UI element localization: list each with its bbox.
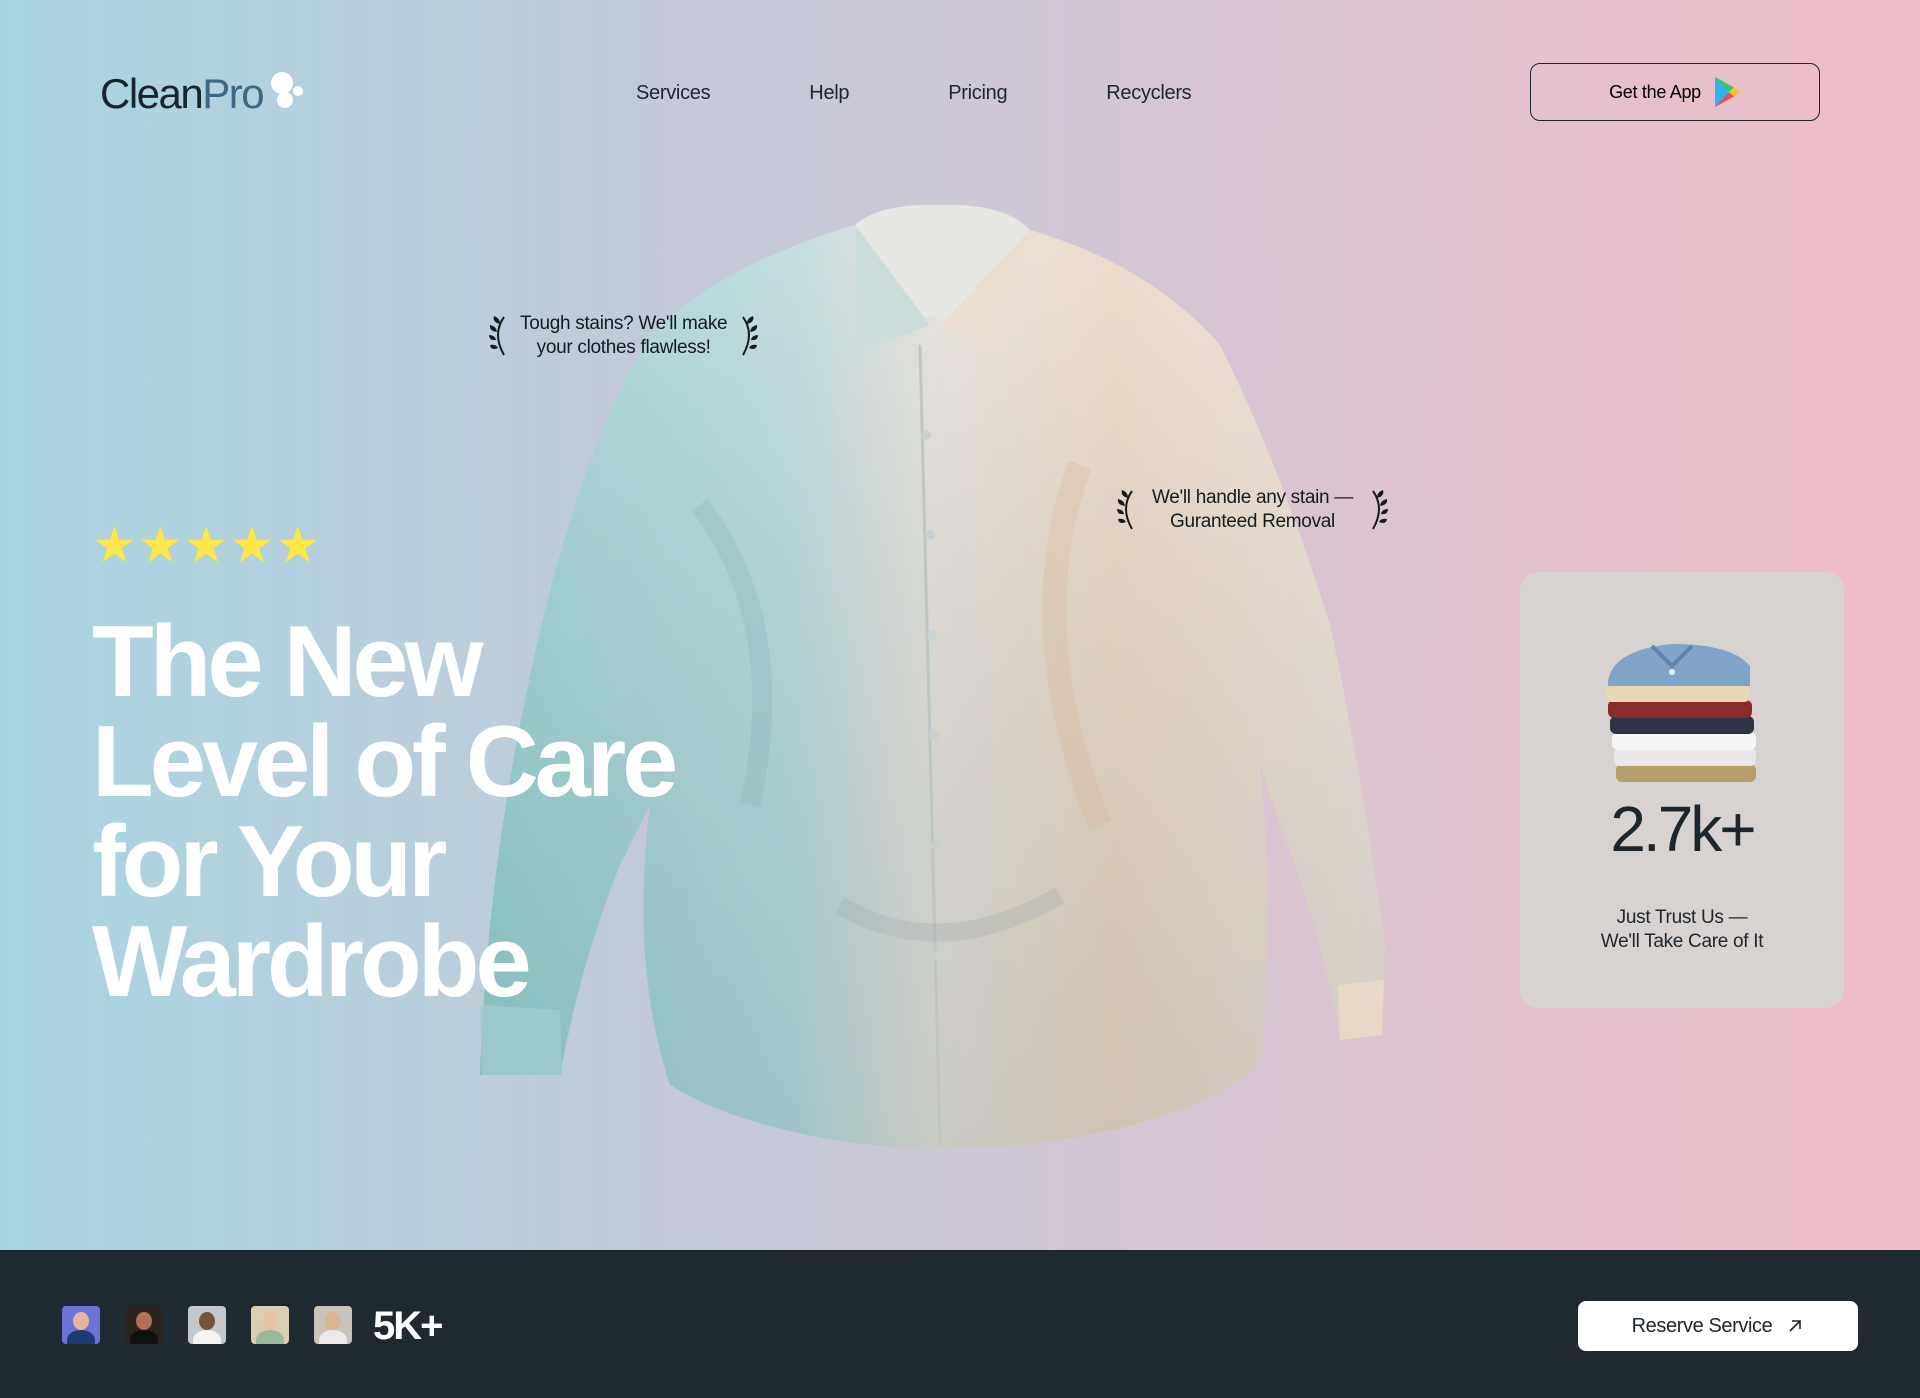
avatar bbox=[62, 1306, 100, 1344]
folded-clothes-image bbox=[1606, 644, 1756, 782]
callout-guarantee: We'll handle any stain — Guranteed Remov… bbox=[1116, 486, 1389, 534]
callout-guarantee-text: We'll handle any stain — Guranteed Remov… bbox=[1152, 487, 1353, 532]
star-icon: ★ bbox=[183, 517, 229, 573]
callout-stains: Tough stains? We'll make your clothes fl… bbox=[488, 312, 759, 360]
footer-bar: 5K+ Reserve Service bbox=[0, 1250, 1920, 1398]
arrow-up-right-icon bbox=[1789, 1320, 1802, 1332]
customer-count: 5K+ bbox=[373, 1304, 443, 1348]
avatar bbox=[251, 1306, 289, 1344]
logo[interactable]: CleanPro bbox=[100, 70, 304, 118]
bubbles-icon bbox=[267, 70, 304, 112]
stats-card: 2.7k+ Just Trust Us — We'll Take Care of… bbox=[1520, 572, 1844, 1008]
stats-value: 2.7k+ bbox=[1610, 793, 1756, 865]
star-icon: ★ bbox=[275, 517, 321, 573]
callout-stains-text: Tough stains? We'll make your clothes fl… bbox=[520, 313, 728, 358]
nav-pricing[interactable]: Pricing bbox=[948, 82, 1007, 105]
stats-caption: Just Trust Us — We'll Take Care of It bbox=[1600, 907, 1764, 952]
laurel-left-icon bbox=[1117, 490, 1133, 530]
avatar bbox=[125, 1306, 163, 1344]
logo-wordmark: CleanPro bbox=[100, 70, 265, 117]
star-icon: ★ bbox=[229, 517, 275, 573]
laurel-right-icon bbox=[1372, 490, 1388, 530]
nav-recyclers[interactable]: Recyclers bbox=[1106, 82, 1191, 105]
laurel-right-icon bbox=[742, 316, 759, 356]
main-nav: Services Help Pricing Recyclers bbox=[636, 82, 1192, 105]
avatar bbox=[188, 1306, 226, 1344]
avatar bbox=[314, 1306, 352, 1344]
rating-stars: ★ ★ ★ ★ ★ bbox=[92, 517, 321, 573]
star-icon: ★ bbox=[137, 517, 183, 573]
nav-help[interactable]: Help bbox=[809, 82, 849, 105]
star-icon: ★ bbox=[92, 517, 137, 573]
hero-headline: The New Level of Care for Your Wardrobe bbox=[92, 606, 678, 1018]
reserve-service-button[interactable]: Reserve Service bbox=[1578, 1301, 1858, 1351]
reserve-service-label: Reserve Service bbox=[1631, 1314, 1773, 1337]
get-the-app-button[interactable]: Get the App bbox=[1530, 63, 1820, 121]
laurel-left-icon bbox=[489, 316, 505, 356]
hero-section: CleanPro Services Help Pricing Recyclers… bbox=[0, 0, 1920, 1250]
get-the-app-label: Get the App bbox=[1609, 81, 1701, 102]
google-play-icon bbox=[1714, 77, 1740, 107]
customer-avatars bbox=[62, 1306, 377, 1344]
nav-services[interactable]: Services bbox=[636, 82, 711, 105]
